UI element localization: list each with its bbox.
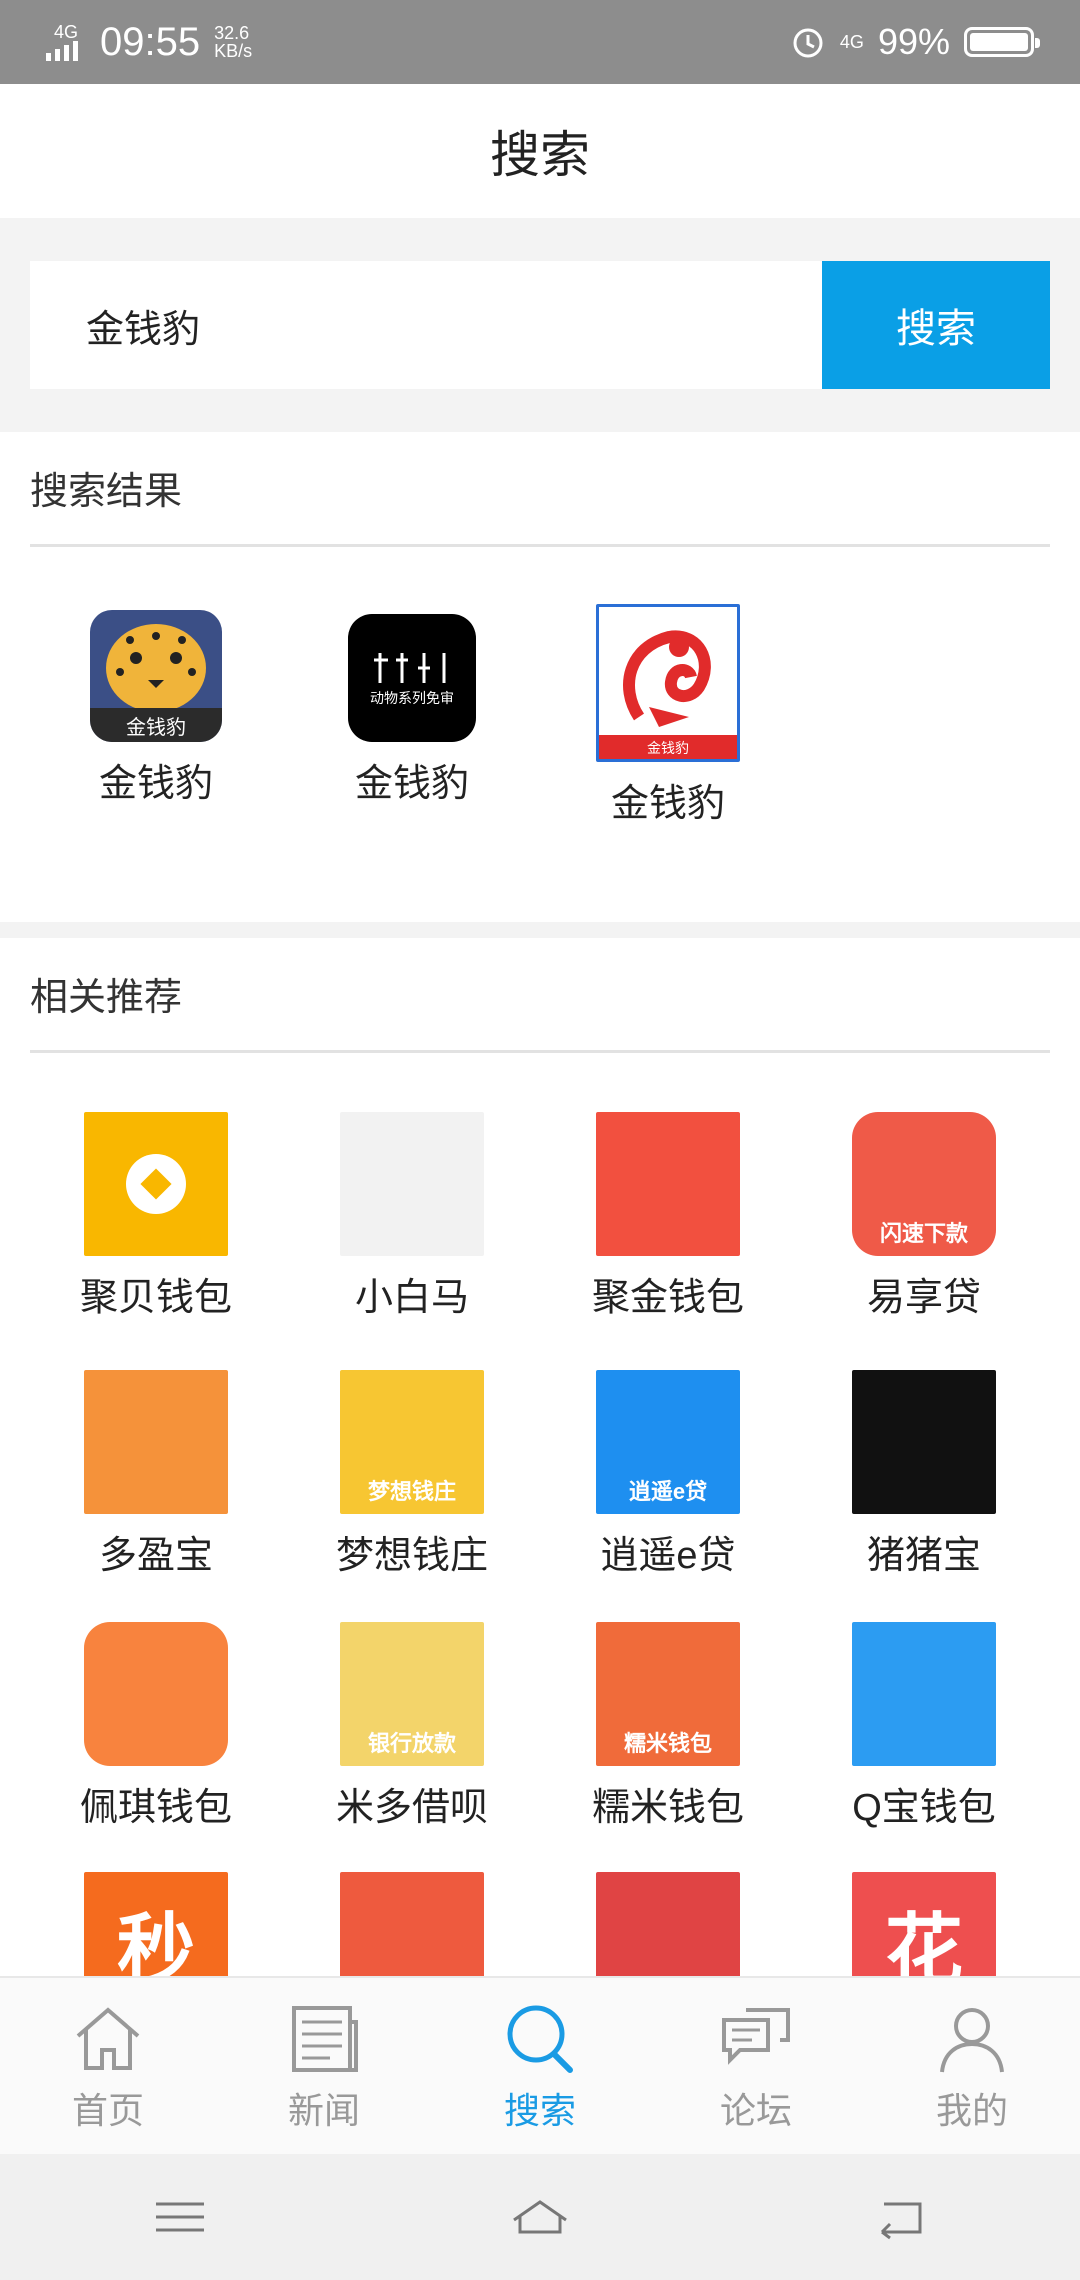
recommend-panel: 相关推荐 聚贝钱包 小白马 聚金钱包 闪速下款 易享贷 多盈宝 梦想钱庄 梦想钱庄 逍遥e贷 逍遥… [0, 938, 1080, 1976]
result-label: 金钱豹 [354, 763, 469, 805]
black-app-icon: 动物系列免审 [348, 614, 476, 742]
app-label: Q宝钱包 [852, 1787, 996, 1829]
leopard-app-icon: 金钱豹 [90, 610, 222, 742]
app-label: 多盈宝 [98, 1535, 213, 1577]
app-label: 逍遥e贷 [600, 1535, 736, 1577]
app-icon: 糯米钱包 [596, 1622, 740, 1766]
profile-icon [940, 2008, 1004, 2073]
forum-icon [722, 2008, 790, 2065]
svg-text:金钱豹: 金钱豹 [126, 716, 186, 739]
app-icon: 秒 [84, 1872, 228, 1976]
app-icon-text: 糯米钱包 [623, 1731, 712, 1756]
results-title: 搜索结果 [30, 471, 183, 513]
app-icon [340, 1112, 484, 1256]
news-icon [292, 2006, 358, 2072]
app-icon: 银行放款 [340, 1622, 484, 1766]
network-type: 4G [839, 32, 864, 52]
status-bar: 4G 09:55 32.6 KB/s 4G 99% [0, 0, 1080, 84]
recommend-item[interactable]: Q宝钱包 [824, 1622, 1024, 1831]
app-label: 聚贝钱包 [79, 1277, 232, 1319]
bottom-tab-bar: 首页 新闻 搜索 论坛 我的 [0, 1976, 1080, 2154]
app-icon: 梦想钱庄 [340, 1370, 484, 1514]
recommend-item[interactable]: 秒 [56, 1872, 256, 1976]
app-icon-text: 梦想钱庄 [367, 1479, 456, 1504]
network-speed: 32.6 KB/s [214, 23, 253, 61]
signal-icon: 4G [46, 23, 86, 61]
result-item[interactable]: 金钱豹 金钱豹 [56, 610, 256, 807]
home-nav-icon[interactable] [510, 2192, 570, 2242]
app-icon [596, 1112, 740, 1256]
tab-search[interactable]: 搜索 [432, 1978, 648, 2154]
result-item[interactable]: 动物系列免审 金钱豹 [312, 614, 512, 807]
recommend-item[interactable]: 闪速下款 易享贷 [824, 1112, 1024, 1321]
search-button[interactable]: 搜索 [822, 261, 1050, 389]
app-icon [84, 1622, 228, 1766]
battery-icon [964, 27, 1040, 57]
app-icon: 闪速下款 [852, 1112, 996, 1256]
search-input[interactable]: 金钱豹 [30, 261, 822, 389]
divider [30, 544, 1050, 547]
recommend-item[interactable]: 梦想钱庄 梦想钱庄 [312, 1370, 512, 1579]
tab-profile[interactable]: 我的 [864, 1978, 1080, 2154]
app-label: 小白马 [354, 1277, 469, 1319]
app-icon [84, 1112, 228, 1256]
app-label: 易享贷 [866, 1277, 981, 1319]
result-label: 金钱豹 [98, 763, 213, 805]
search-area: 金钱豹 搜索 [0, 218, 1080, 432]
page-title: 搜索 [0, 84, 1080, 218]
divider [30, 1050, 1050, 1053]
recommend-item[interactable]: 多盈宝 [56, 1370, 256, 1579]
app-icon-text: 花 [884, 1905, 963, 1976]
menu-icon[interactable] [150, 2192, 210, 2242]
alarm-icon [793, 28, 823, 58]
search-icon [507, 2005, 573, 2073]
tab-home[interactable]: 首页 [0, 1978, 216, 2154]
tab-forum[interactable]: 论坛 [648, 1978, 864, 2154]
app-icon: 逍遥e贷 [596, 1370, 740, 1514]
result-item[interactable]: 金钱豹 金钱豹 [568, 604, 768, 827]
tab-news[interactable]: 新闻 [216, 1978, 432, 2154]
app-icon-text: 秒 [116, 1905, 195, 1976]
app-icon [340, 1872, 484, 1976]
red-rooster-app-icon: 金钱豹 [596, 604, 740, 762]
app-label: 糯米钱包 [591, 1787, 744, 1829]
recommend-item[interactable]: 猪猪宝 [824, 1370, 1024, 1579]
system-nav-bar [0, 2154, 1080, 2280]
recommend-item[interactable]: 小白马 [312, 1112, 512, 1321]
recommend-item[interactable] [312, 1872, 512, 1976]
app-label: 佩琪钱包 [79, 1787, 232, 1829]
app-label: 米多借呗 [335, 1787, 488, 1829]
app-label: 梦想钱庄 [335, 1535, 488, 1577]
app-label: 聚金钱包 [591, 1277, 744, 1319]
app-icon-text: 银行放款 [367, 1731, 456, 1756]
app-icon [852, 1370, 996, 1514]
svg-text:金钱豹: 金钱豹 [647, 740, 689, 756]
app-icon [596, 1872, 740, 1976]
battery-percent: 99% [877, 21, 950, 62]
recommend-item[interactable]: 逍遥e贷 逍遥e贷 [568, 1370, 768, 1579]
app-icon-text: 闪速下款 [879, 1221, 968, 1246]
recommend-item[interactable]: 佩琪钱包 [56, 1622, 256, 1831]
recommend-item[interactable]: 糯米钱包 糯米钱包 [568, 1622, 768, 1831]
recommend-item[interactable]: 银行放款 米多借呗 [312, 1622, 512, 1831]
app-label: 猪猪宝 [866, 1535, 981, 1577]
coin-icon [126, 1154, 186, 1214]
app-icon: 花 [852, 1872, 996, 1976]
recommend-item[interactable] [568, 1872, 768, 1976]
app-icon [852, 1622, 996, 1766]
search-results-panel: 搜索结果 金钱豹 金钱豹 动物系列免审 金钱豹 金钱豹 金钱豹 [0, 432, 1080, 922]
recommend-title: 相关推荐 [30, 977, 183, 1019]
home-icon [76, 2007, 140, 2070]
back-icon[interactable] [870, 2192, 930, 2242]
app-icon [84, 1370, 228, 1514]
app-icon-text: 逍遥e贷 [628, 1479, 708, 1504]
recommend-item[interactable]: 聚贝钱包 [56, 1112, 256, 1321]
result-label: 金钱豹 [610, 783, 725, 825]
recommend-item[interactable]: 聚金钱包 [568, 1112, 768, 1321]
clock: 09:55 [100, 19, 201, 64]
recommend-item[interactable]: 花 [824, 1872, 1024, 1976]
